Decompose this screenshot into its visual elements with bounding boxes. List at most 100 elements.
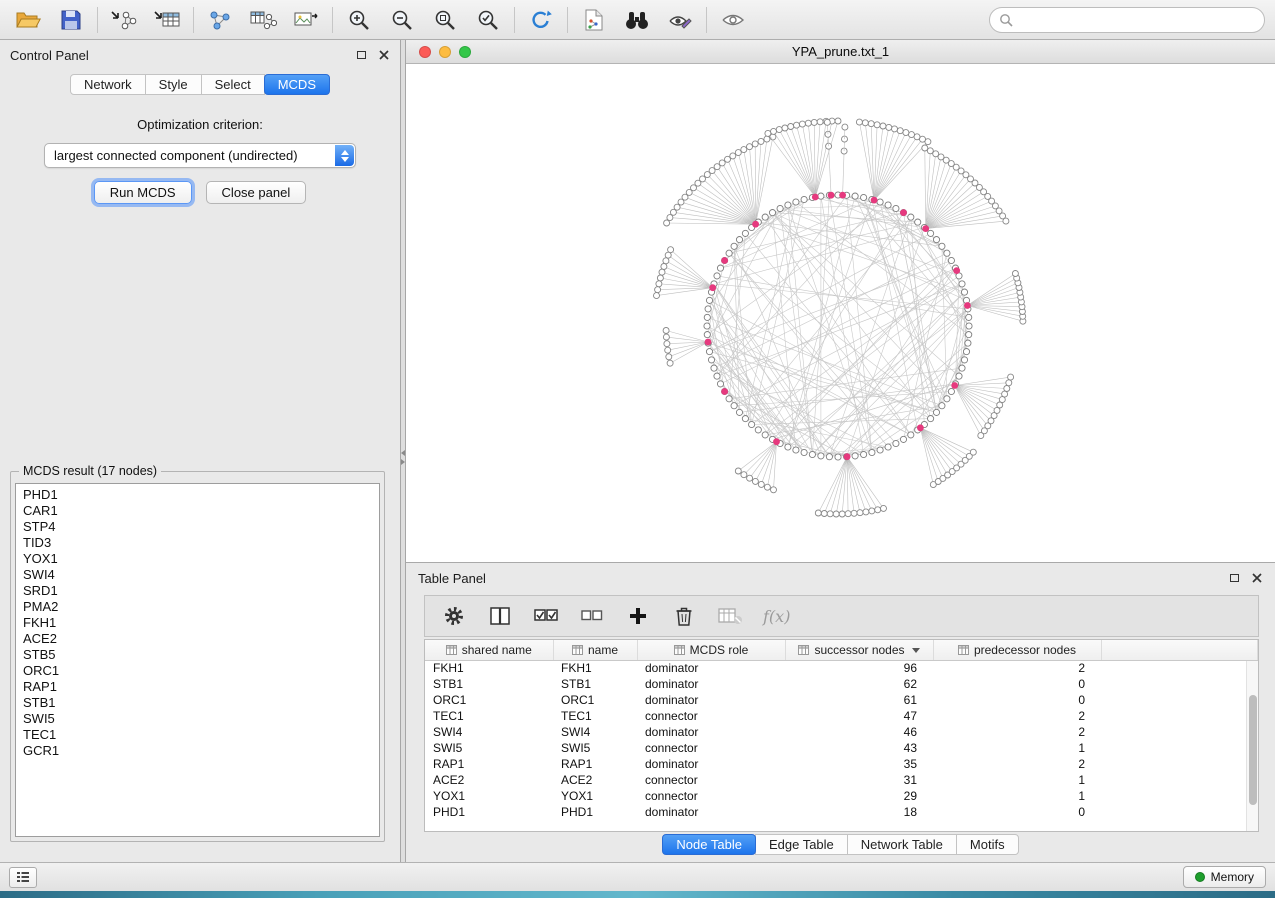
tab-select[interactable]: Select [201, 74, 265, 95]
cell-predecessor-nodes[interactable]: 2 [933, 708, 1101, 724]
cell-name[interactable]: TEC1 [553, 708, 637, 724]
tab-network-table[interactable]: Network Table [847, 834, 957, 855]
cell-MCDS-role[interactable]: dominator [637, 676, 785, 692]
cell-MCDS-role[interactable]: dominator [637, 692, 785, 708]
node-table-row[interactable]: SWI4SWI4dominator462 [425, 724, 1258, 740]
panel-menu-button[interactable] [9, 867, 37, 888]
tab-node-table[interactable]: Node Table [662, 834, 756, 855]
window-close-button[interactable] [419, 46, 431, 58]
tab-network[interactable]: Network [70, 74, 146, 95]
cell-successor-nodes[interactable]: 47 [785, 708, 933, 724]
memory-button[interactable]: Memory [1183, 866, 1266, 888]
search-box[interactable] [989, 7, 1265, 33]
cell-name[interactable]: ACE2 [553, 772, 637, 788]
column-header-shared-name[interactable]: shared name [425, 640, 553, 660]
cell-predecessor-nodes[interactable]: 2 [933, 724, 1101, 740]
save-session-button[interactable] [53, 5, 89, 35]
close-panel-action-button[interactable]: Close panel [206, 181, 307, 204]
cell-shared-name[interactable]: RAP1 [425, 756, 553, 772]
cell-shared-name[interactable]: PHD1 [425, 804, 553, 820]
select-all-columns-button[interactable] [533, 602, 559, 630]
cell-MCDS-role[interactable]: dominator [637, 756, 785, 772]
mcds-result-item[interactable]: ORC1 [23, 663, 372, 679]
zoom-in-button[interactable] [341, 5, 377, 35]
scrollbar-thumb[interactable] [1249, 695, 1257, 805]
cell-name[interactable]: PHD1 [553, 804, 637, 820]
cell-shared-name[interactable]: ORC1 [425, 692, 553, 708]
mcds-result-item[interactable]: SWI4 [23, 567, 372, 583]
mcds-result-item[interactable]: TID3 [23, 535, 372, 551]
node-table-row[interactable]: PHD1PHD1dominator180 [425, 804, 1258, 820]
cell-successor-nodes[interactable]: 96 [785, 660, 933, 676]
function-builder-button[interactable]: f(x) [763, 602, 790, 630]
run-mcds-button[interactable]: Run MCDS [94, 181, 192, 204]
toggle-column-layout-button[interactable] [487, 602, 513, 630]
zoom-selected-button[interactable] [470, 5, 506, 35]
style-preview-button[interactable] [662, 5, 698, 35]
cell-MCDS-role[interactable]: connector [637, 708, 785, 724]
node-table-row[interactable]: TEC1TEC1connector472 [425, 708, 1258, 724]
search-input[interactable] [1018, 13, 1255, 27]
node-table-row[interactable]: ORC1ORC1dominator610 [425, 692, 1258, 708]
mcds-result-item[interactable]: PMA2 [23, 599, 372, 615]
network-canvas[interactable] [406, 64, 1275, 562]
cell-predecessor-nodes[interactable]: 1 [933, 788, 1101, 804]
zoom-out-button[interactable] [384, 5, 420, 35]
mcds-result-item[interactable]: ACE2 [23, 631, 372, 647]
mcds-result-item[interactable]: SRD1 [23, 583, 372, 599]
close-table-panel-button[interactable] [1251, 572, 1263, 584]
cell-shared-name[interactable]: STB1 [425, 676, 553, 692]
export-document-button[interactable] [576, 5, 612, 35]
cell-successor-nodes[interactable]: 31 [785, 772, 933, 788]
cell-MCDS-role[interactable]: connector [637, 788, 785, 804]
cell-shared-name[interactable]: ACE2 [425, 772, 553, 788]
cell-shared-name[interactable]: FKH1 [425, 660, 553, 676]
column-header-name[interactable]: name [553, 640, 637, 660]
cell-MCDS-role[interactable]: dominator [637, 804, 785, 820]
cell-MCDS-role[interactable]: connector [637, 772, 785, 788]
cell-predecessor-nodes[interactable]: 0 [933, 692, 1101, 708]
cell-shared-name[interactable]: TEC1 [425, 708, 553, 724]
import-network-button[interactable] [106, 5, 142, 35]
cell-predecessor-nodes[interactable]: 2 [933, 660, 1101, 676]
column-header-successor-nodes[interactable]: successor nodes [785, 640, 933, 660]
export-image-button[interactable] [288, 5, 324, 35]
import-table-button[interactable] [149, 5, 185, 35]
network-graph[interactable] [406, 64, 1275, 562]
cell-name[interactable]: SWI5 [553, 740, 637, 756]
cell-successor-nodes[interactable]: 46 [785, 724, 933, 740]
cell-name[interactable]: YOX1 [553, 788, 637, 804]
table-settings-button[interactable] [441, 602, 467, 630]
cell-shared-name[interactable]: SWI4 [425, 724, 553, 740]
node-table-row[interactable]: FKH1FKH1dominator962 [425, 660, 1258, 676]
mcds-result-list[interactable]: PHD1CAR1STP4TID3YOX1SWI4SRD1PMA2FKH1ACE2… [15, 483, 380, 837]
open-file-button[interactable] [10, 5, 46, 35]
sort-caret-icon[interactable] [912, 648, 920, 653]
mcds-result-item[interactable]: STP4 [23, 519, 372, 535]
mcds-result-item[interactable]: STB5 [23, 647, 372, 663]
new-network-button[interactable] [202, 5, 238, 35]
cell-predecessor-nodes[interactable]: 0 [933, 676, 1101, 692]
window-minimize-button[interactable] [439, 46, 451, 58]
float-table-panel-button[interactable] [1228, 572, 1240, 584]
cell-name[interactable]: STB1 [553, 676, 637, 692]
cell-shared-name[interactable]: YOX1 [425, 788, 553, 804]
mcds-result-item[interactable]: CAR1 [23, 503, 372, 519]
node-table-row[interactable]: YOX1YOX1connector291 [425, 788, 1258, 804]
zoom-fit-button[interactable] [427, 5, 463, 35]
tab-edge-table[interactable]: Edge Table [755, 834, 848, 855]
column-header-predecessor-nodes[interactable]: predecessor nodes [933, 640, 1101, 660]
mcds-result-item[interactable]: GCR1 [23, 743, 372, 759]
cell-predecessor-nodes[interactable]: 0 [933, 804, 1101, 820]
tab-style[interactable]: Style [145, 74, 202, 95]
node-table-row[interactable]: SWI5SWI5connector431 [425, 740, 1258, 756]
close-panel-button[interactable] [378, 49, 390, 61]
cell-successor-nodes[interactable]: 35 [785, 756, 933, 772]
cell-successor-nodes[interactable]: 61 [785, 692, 933, 708]
mcds-result-item[interactable]: TEC1 [23, 727, 372, 743]
cell-successor-nodes[interactable]: 62 [785, 676, 933, 692]
column-header-MCDS-role[interactable]: MCDS role [637, 640, 785, 660]
cell-shared-name[interactable]: SWI5 [425, 740, 553, 756]
criterion-dropdown[interactable]: largest connected component (undirected) [44, 143, 356, 168]
tab-mcds[interactable]: MCDS [264, 74, 330, 95]
